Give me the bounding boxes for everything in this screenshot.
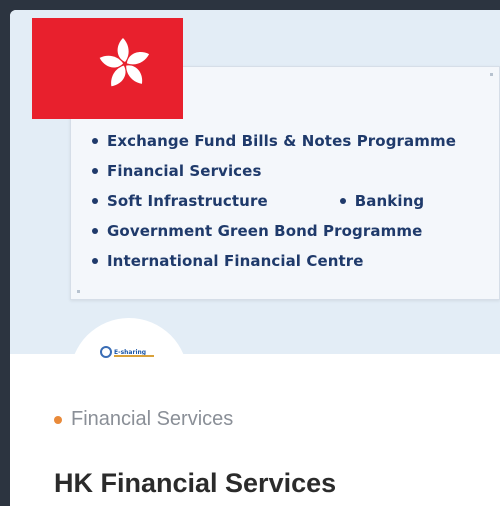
topic-list: Exchange Fund Bills & Notes Programme Fi… — [92, 126, 456, 276]
list-item-label[interactable]: Banking — [355, 192, 424, 210]
bullet-icon — [92, 228, 98, 234]
page-title: HK Financial Services — [54, 468, 337, 498]
list-item-label: Financial Services — [107, 162, 262, 180]
list-item-label: Government Green Bond Programme — [107, 222, 423, 240]
category-text: Financial Services — [71, 408, 234, 430]
list-item[interactable]: Government Green Bond Programme — [92, 216, 456, 246]
bullet-icon — [92, 138, 98, 144]
hero-banner: Exchange Fund Bills & Notes Programme Fi… — [10, 10, 500, 354]
bullet-icon — [92, 198, 98, 204]
logo-underline — [114, 355, 154, 357]
list-item[interactable]: Financial Services — [92, 156, 456, 186]
bauhinia-flag-icon — [99, 38, 150, 87]
category-label[interactable]: Financial Services — [54, 408, 233, 431]
list-item-label[interactable]: Soft Infrastructure — [107, 192, 268, 210]
e-sharing-logo[interactable]: E-sharing — [100, 346, 158, 358]
list-item-label: International Financial Centre — [107, 252, 364, 270]
list-item[interactable]: Exchange Fund Bills & Notes Programme — [92, 126, 456, 156]
content-card: Exchange Fund Bills & Notes Programme Fi… — [10, 10, 500, 506]
panel-corner-dot — [490, 73, 493, 76]
bullet-icon — [92, 168, 98, 174]
list-item-label: Exchange Fund Bills & Notes Programme — [107, 132, 456, 150]
logo-mark-icon — [100, 346, 112, 358]
panel-corner-dot — [77, 290, 80, 293]
list-item[interactable]: International Financial Centre — [92, 246, 456, 276]
category-dot-icon — [54, 415, 62, 424]
bullet-icon — [339, 198, 346, 204]
bullet-icon — [92, 258, 98, 264]
list-item-row: Soft Infrastructure Banking — [92, 186, 456, 216]
hk-flag — [32, 18, 183, 119]
